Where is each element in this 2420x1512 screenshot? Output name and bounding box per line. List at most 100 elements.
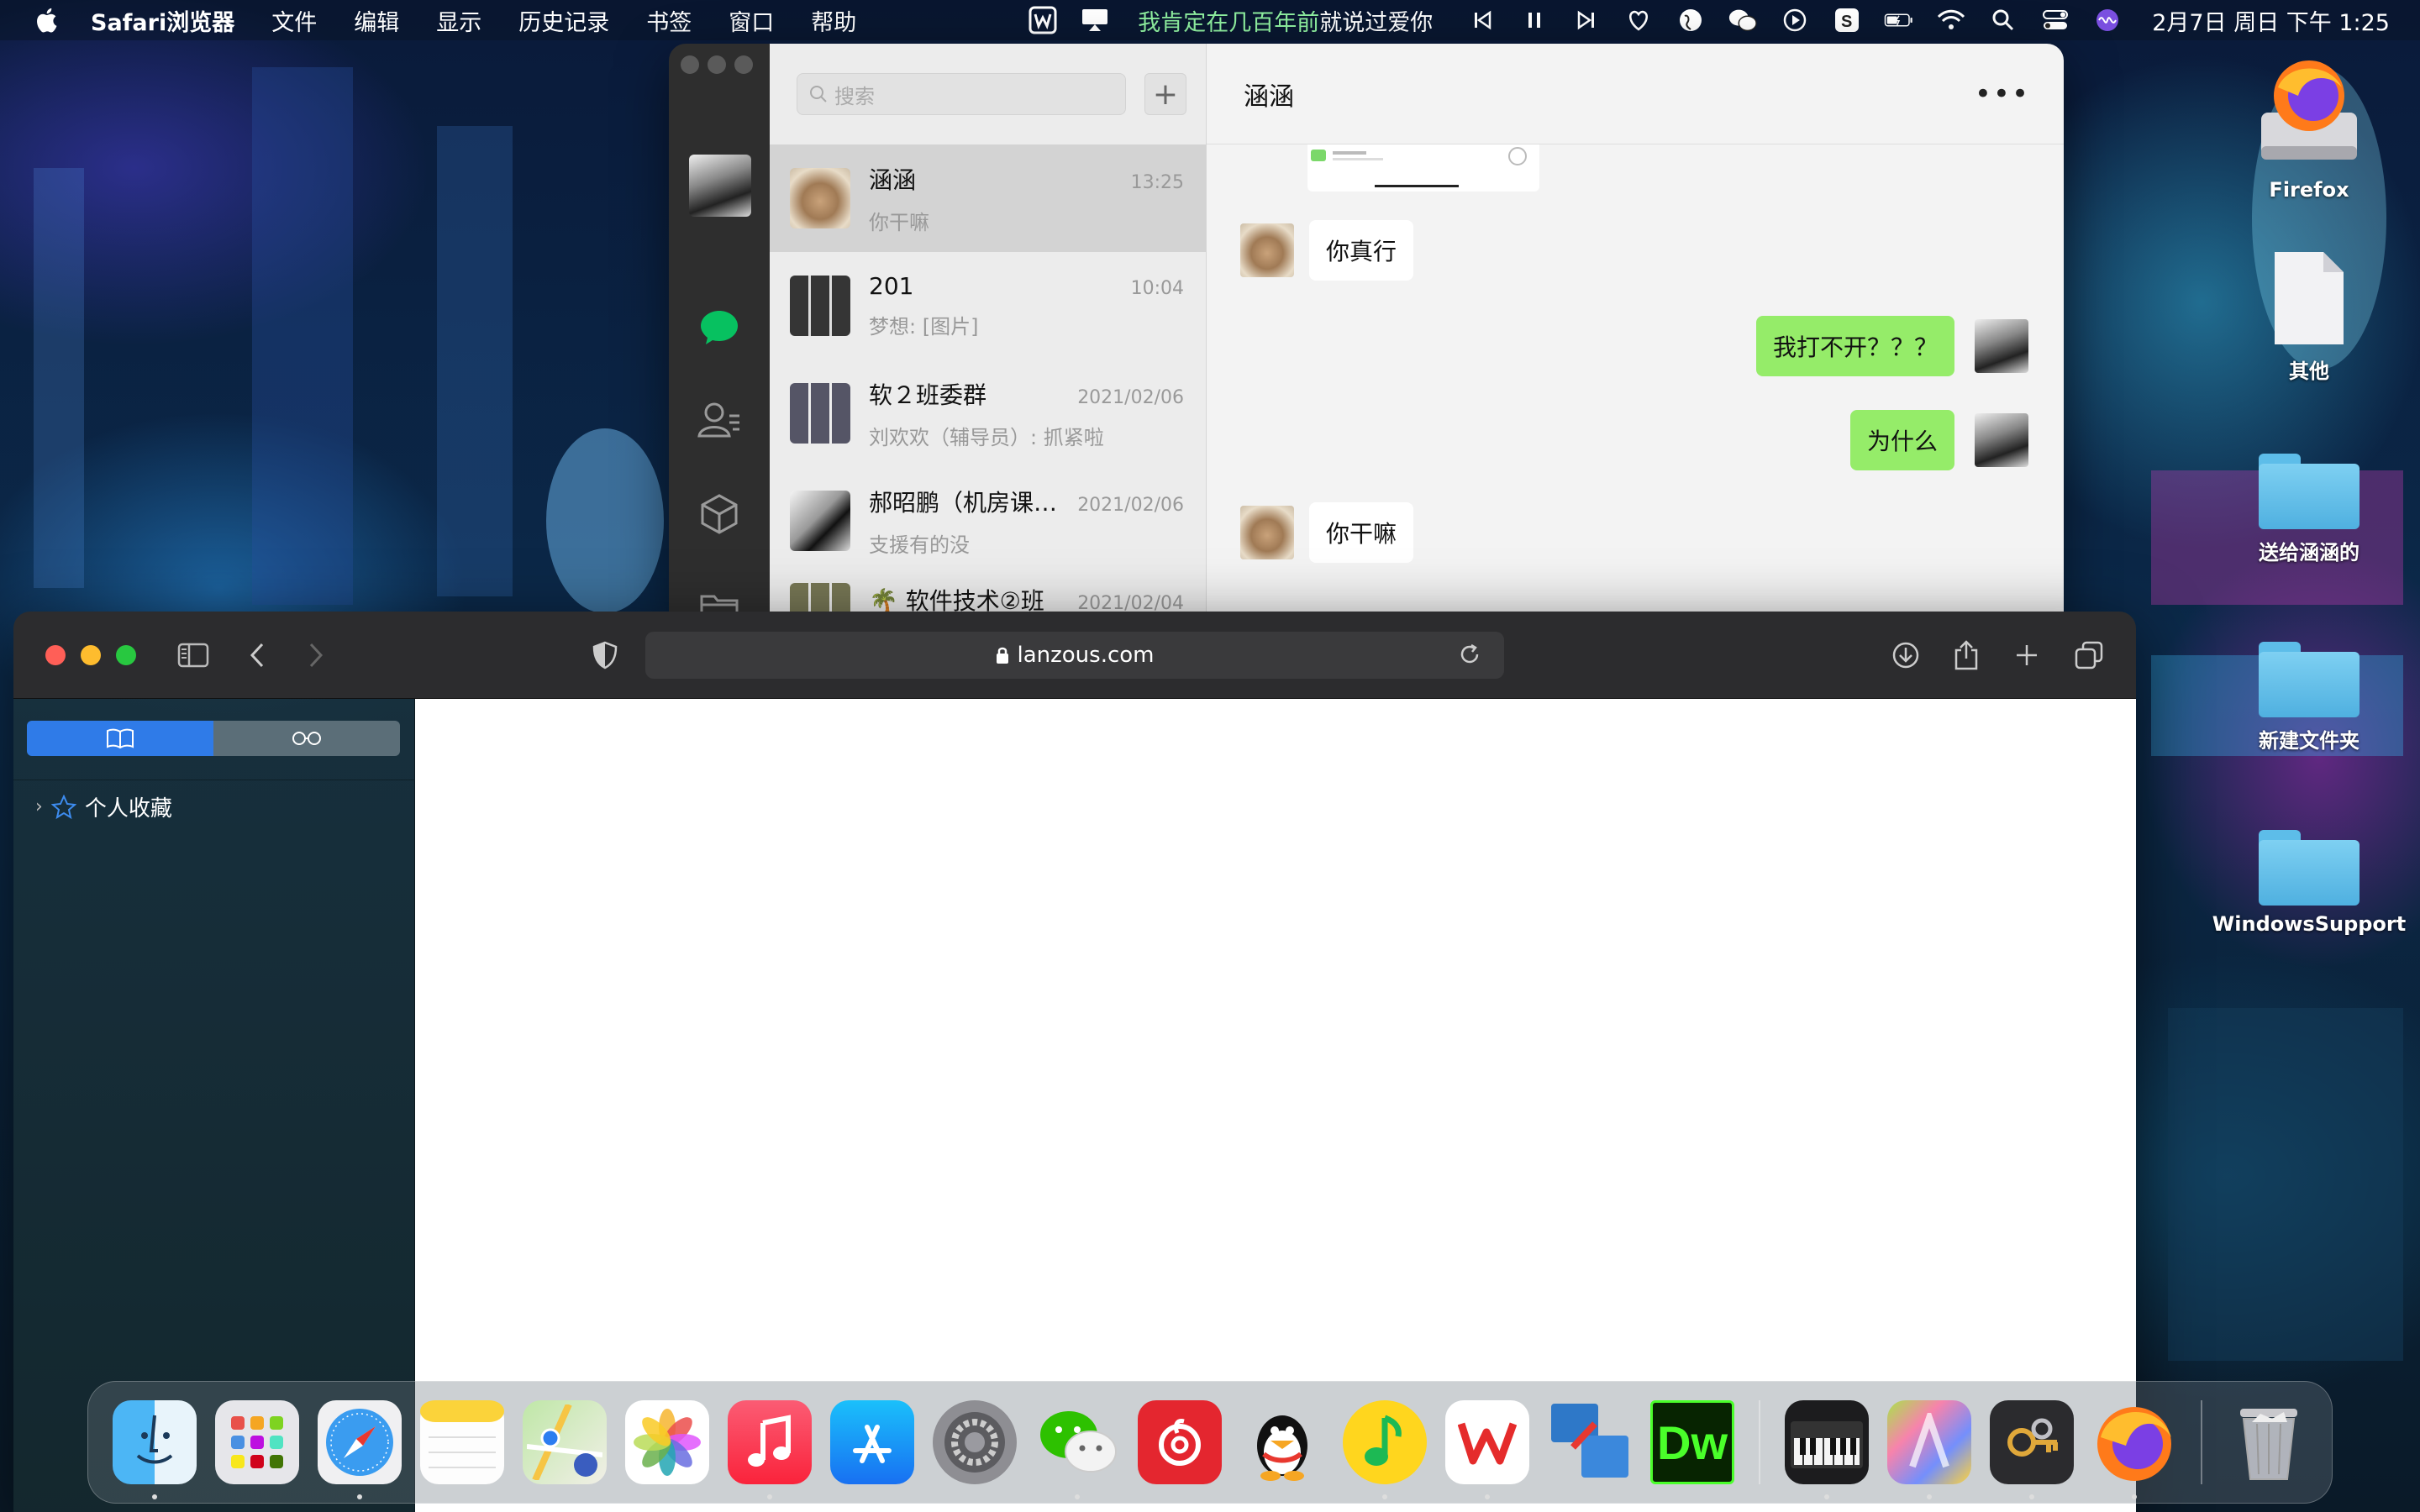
menubar-clock[interactable]: 2月7日 周日 下午 1:25 (2152, 4, 2390, 37)
menu-bookmarks[interactable]: 书签 (646, 4, 692, 37)
file-message-card[interactable] (1307, 144, 1539, 192)
bookmarks-tab[interactable] (27, 721, 213, 756)
menu-file[interactable]: 文件 (271, 4, 317, 37)
minimize-button[interactable] (708, 55, 726, 74)
reading-list-tab[interactable] (213, 721, 400, 756)
music-icon[interactable] (728, 1400, 812, 1499)
privacy-shield-icon[interactable] (585, 635, 625, 675)
disclosure-chevron-icon[interactable]: › (35, 796, 43, 817)
trash-icon[interactable] (2227, 1400, 2311, 1484)
minimize-button[interactable] (81, 645, 101, 665)
globe-icon[interactable] (1676, 5, 1706, 35)
contacts-nav-icon[interactable] (669, 395, 770, 445)
qq-music-icon[interactable] (1343, 1400, 1427, 1499)
share-icon[interactable] (1946, 635, 1986, 675)
wps-icon[interactable] (1445, 1400, 1529, 1499)
piano-icon[interactable] (1785, 1400, 1869, 1499)
battery-icon[interactable] (1884, 5, 1914, 35)
app-store-icon[interactable] (830, 1400, 914, 1484)
apple-menu-icon[interactable] (34, 6, 62, 34)
reload-icon[interactable] (1457, 642, 1489, 673)
control-center-icon[interactable] (2040, 5, 2070, 35)
running-indicator (357, 1494, 362, 1499)
my-avatar[interactable] (1975, 413, 2028, 467)
screen-mirror-icon[interactable] (1080, 5, 1110, 35)
desktop-icon-windows-support[interactable]: WindowsSupport (2212, 830, 2406, 936)
back-icon[interactable] (237, 635, 277, 675)
tab-overview-icon[interactable] (2069, 635, 2109, 675)
firefox-icon[interactable] (2092, 1400, 2176, 1499)
desktop-icon-folder-gift[interactable]: 送给涵涵的 (2225, 454, 2393, 565)
message-bubble[interactable]: 你干嘛 (1309, 502, 1414, 563)
siri-icon[interactable] (2092, 5, 2123, 35)
dreamweaver-icon[interactable]: Dw (1650, 1400, 1734, 1484)
heart-icon[interactable] (1623, 5, 1654, 35)
new-tab-icon[interactable] (2007, 635, 2047, 675)
conversation-item[interactable]: 软２班委群 2021/02/06 刘欢欢（辅导员）: 抓紧啦 (770, 360, 1206, 467)
notes-icon[interactable] (420, 1400, 504, 1484)
close-button[interactable] (45, 645, 66, 665)
sogou-input-icon[interactable]: S (1832, 5, 1862, 35)
downloads-icon[interactable] (1886, 635, 1926, 675)
menu-view[interactable]: 显示 (436, 4, 481, 37)
menu-edit[interactable]: 编辑 (354, 4, 399, 37)
qq-icon[interactable] (1240, 1400, 1324, 1484)
zoom-button[interactable] (734, 55, 753, 74)
sidebar-toggle-icon[interactable] (173, 635, 213, 675)
keychain-icon[interactable] (1990, 1400, 2074, 1499)
netease-music-icon[interactable] (1138, 1400, 1222, 1484)
message-bubble[interactable]: 我打不开？？？ (1755, 316, 1954, 376)
forward-icon[interactable] (296, 635, 336, 675)
menu-window[interactable]: 窗口 (729, 4, 774, 37)
menu-help[interactable]: 帮助 (811, 4, 856, 37)
close-button[interactable] (681, 55, 699, 74)
search-input[interactable]: 搜索 (797, 73, 1126, 115)
conversation-item[interactable]: 🌴 软件技术②班 2021/02/04 (770, 575, 1206, 612)
conversation-item[interactable]: 郝昭鹏（机房课… 2021/02/06 支援有的没 (770, 467, 1206, 575)
wechat-menu-icon[interactable] (1728, 5, 1758, 35)
wifi-icon[interactable] (1936, 5, 1966, 35)
conversation-preview: 你干嘛 (869, 210, 929, 234)
message-bubble[interactable]: 你真行 (1309, 220, 1414, 281)
avatar[interactable] (1240, 223, 1294, 277)
message-bubble[interactable]: 为什么 (1849, 410, 1954, 470)
zoom-button[interactable] (116, 645, 136, 665)
files-folder-icon[interactable] (669, 583, 770, 612)
next-track-icon[interactable] (1571, 5, 1602, 35)
favorites-cube-icon[interactable] (669, 489, 770, 539)
desktop-icon-other[interactable]: 其他 (2225, 249, 2393, 384)
file-message-preview (1311, 147, 1527, 187)
search-icon (810, 86, 827, 102)
system-preferences-icon[interactable] (933, 1400, 1017, 1484)
wechat-icon[interactable] (1035, 1400, 1119, 1499)
more-options-button[interactable]: ••• (1975, 77, 2030, 111)
previous-track-icon[interactable] (1467, 5, 1497, 35)
favorites-folder[interactable]: › 个人收藏 (35, 791, 172, 822)
safari-icon[interactable] (318, 1400, 402, 1499)
pause-icon[interactable] (1519, 5, 1549, 35)
spotlight-search-icon[interactable] (1988, 5, 2018, 35)
launchpad-icon[interactable] (215, 1400, 299, 1484)
maps-icon[interactable] (523, 1400, 607, 1484)
menu-history[interactable]: 历史记录 (518, 4, 609, 37)
avatar[interactable] (1240, 506, 1294, 559)
search-placeholder: 搜索 (834, 84, 875, 108)
conversation-item[interactable]: 201 10:04 梦想: [图片] (770, 252, 1206, 360)
vmware-icon[interactable] (1548, 1400, 1632, 1484)
finder-icon[interactable] (113, 1400, 197, 1499)
play-circle-icon[interactable] (1780, 5, 1810, 35)
dreamweaver-label: Dw (1657, 1415, 1728, 1469)
gradient-app-icon[interactable] (1887, 1400, 1971, 1499)
my-avatar[interactable] (1975, 319, 2028, 373)
conversation-item[interactable]: 涵涵 13:25 你干嘛 (770, 144, 1206, 252)
wps-menu-icon[interactable] (1028, 5, 1058, 35)
add-chat-button[interactable]: + (1144, 73, 1186, 115)
chats-nav-icon[interactable] (669, 302, 770, 353)
menu-app-name[interactable]: Safari浏览器 (91, 4, 234, 37)
search-row: 搜索 + (770, 44, 1206, 144)
my-avatar[interactable] (689, 155, 751, 217)
photos-icon[interactable] (625, 1400, 709, 1484)
address-bar[interactable]: lanzous.com (645, 632, 1504, 679)
desktop-icon-firefox[interactable]: Firefox (2225, 54, 2393, 202)
desktop-icon-new-folder[interactable]: 新建文件夹 (2225, 642, 2393, 753)
